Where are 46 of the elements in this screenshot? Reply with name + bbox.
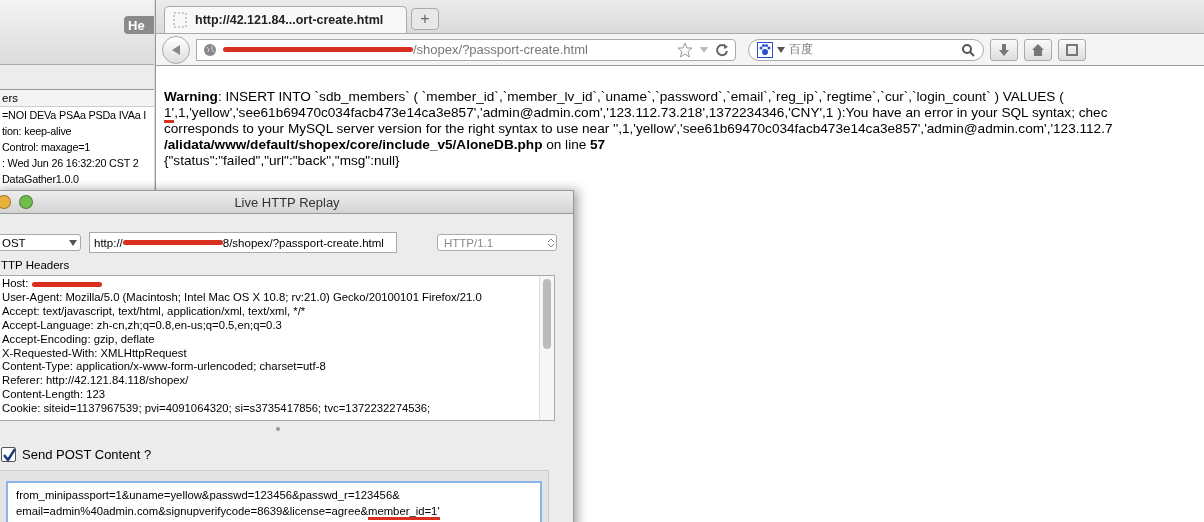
back-button[interactable]: [162, 35, 190, 64]
header-row[interactable]: =NOI DEVa PSAa PSDa IVAa I: [0, 107, 154, 123]
column-header: ers: [0, 90, 154, 107]
error-text-line: corresponds to your MySQL server version for the right syntax to use near '',1,'yellow','see61b69470c034facb473e14ca3e857','admin@admin.com','123.112.7: [164, 121, 1114, 137]
error-text-line: {"status":"failed","url":"back","msg":null}: [164, 153, 401, 169]
search-field[interactable]: 百度: [748, 38, 984, 61]
blank-page-icon: [173, 12, 187, 28]
star-icon[interactable]: [677, 41, 693, 58]
search-icon[interactable]: [961, 42, 975, 57]
tab-title: http://42.121.84...ort-create.html: [195, 13, 384, 27]
header-row[interactable]: DataGather1.0.0: [0, 171, 154, 187]
home-icon: [1031, 42, 1045, 57]
header-row[interactable]: Control: maxage=1: [0, 139, 154, 155]
method-select[interactable]: OST: [0, 234, 81, 251]
url-field[interactable]: http:// 8/shopex/?passport-create.html: [89, 232, 397, 253]
dropdown-icon[interactable]: [777, 46, 785, 53]
square-icon: [1066, 43, 1078, 56]
error-text-line: /alidata/www/default/shopex/core/include_v5/AloneDB.php on line 57: [164, 137, 607, 153]
section-label: TTP Headers: [0, 258, 71, 273]
paw-icon: [757, 41, 773, 58]
reload-icon[interactable]: [715, 42, 729, 57]
minimize-icon[interactable]: [0, 195, 11, 209]
globe-icon: [203, 42, 217, 57]
dropdown-icon: [66, 237, 80, 248]
toolbar-button[interactable]: [1058, 38, 1086, 61]
window-title: Live HTTP Replay: [233, 194, 341, 210]
zoom-icon[interactable]: [19, 195, 33, 209]
post-content-field[interactable]: from_minipassport=1&uname=yellow&passwd=123456&passwd_r=123456& email=admin%40admin.com&signupverifycode=8639&license=agree&member_id=1': [6, 481, 542, 522]
error-text-line: 1',1,'yellow','see61b69470c034facb473e14ca3e857','admin@admin.com','123.112.73.218',1372234346,'CNY',1 ):You have an error in your SQL syntax; chec: [164, 105, 1204, 121]
scrollbar-thumb[interactable]: [543, 279, 551, 349]
error-text-line: Warning: INSERT INTO `sdb_members` ( `member_id`,`member_lv_id`,`uname`,`password`,`email`,`reg_ip`,`regtime`,`cur`,`login_count` ) VALUES (: [164, 89, 1065, 105]
send-post-checkbox[interactable]: Send POST Content ?: [0, 437, 573, 470]
home-button[interactable]: [1024, 38, 1052, 61]
header-row[interactable]: : Wed Jun 26 16:32:20 CST 2: [0, 155, 154, 171]
checkmark-icon: [2, 447, 15, 462]
browser-tab[interactable]: http://42.121.84...ort-create.html: [164, 6, 407, 33]
version-select[interactable]: HTTP/1.1: [437, 234, 557, 251]
stepper-icon: [546, 236, 556, 249]
headers-field[interactable]: Host: User-Agent: Mozilla/5.0 (Macintosh; Intel Mac OS X 10.8; rv:21.0) Gecko/20100101 Firefox/21.0 Accept: text/javascript, text/html, application/xml, text/xml, */* Accept-Language: zh-cn,zh;q=0.8,en-us;q=0.5,en;q=0.3 Accept-Encoding: gzip, deflate X-Requested-With: XMLHttpRequest Content-Type: application/x-www-form-urlencoded; charset=utf-8 Referer: http://42.121.84.118/shopex/ Content-Length: 123 Cookie: siteid=1137967539; pvi=4091064320; si=s3735417856; tvc=1372232274536;: [0, 275, 555, 421]
back-arrow-icon: [170, 43, 182, 56]
download-arrow-icon: [997, 42, 1011, 57]
download-button[interactable]: [990, 38, 1018, 61]
header-row[interactable]: tion: keep-alive: [0, 123, 154, 139]
new-tab-button[interactable]: +: [411, 8, 439, 30]
address-text: /shopex/?passport-create.html: [223, 42, 671, 57]
address-bar[interactable]: /shopex/?passport-create.html: [196, 38, 736, 61]
